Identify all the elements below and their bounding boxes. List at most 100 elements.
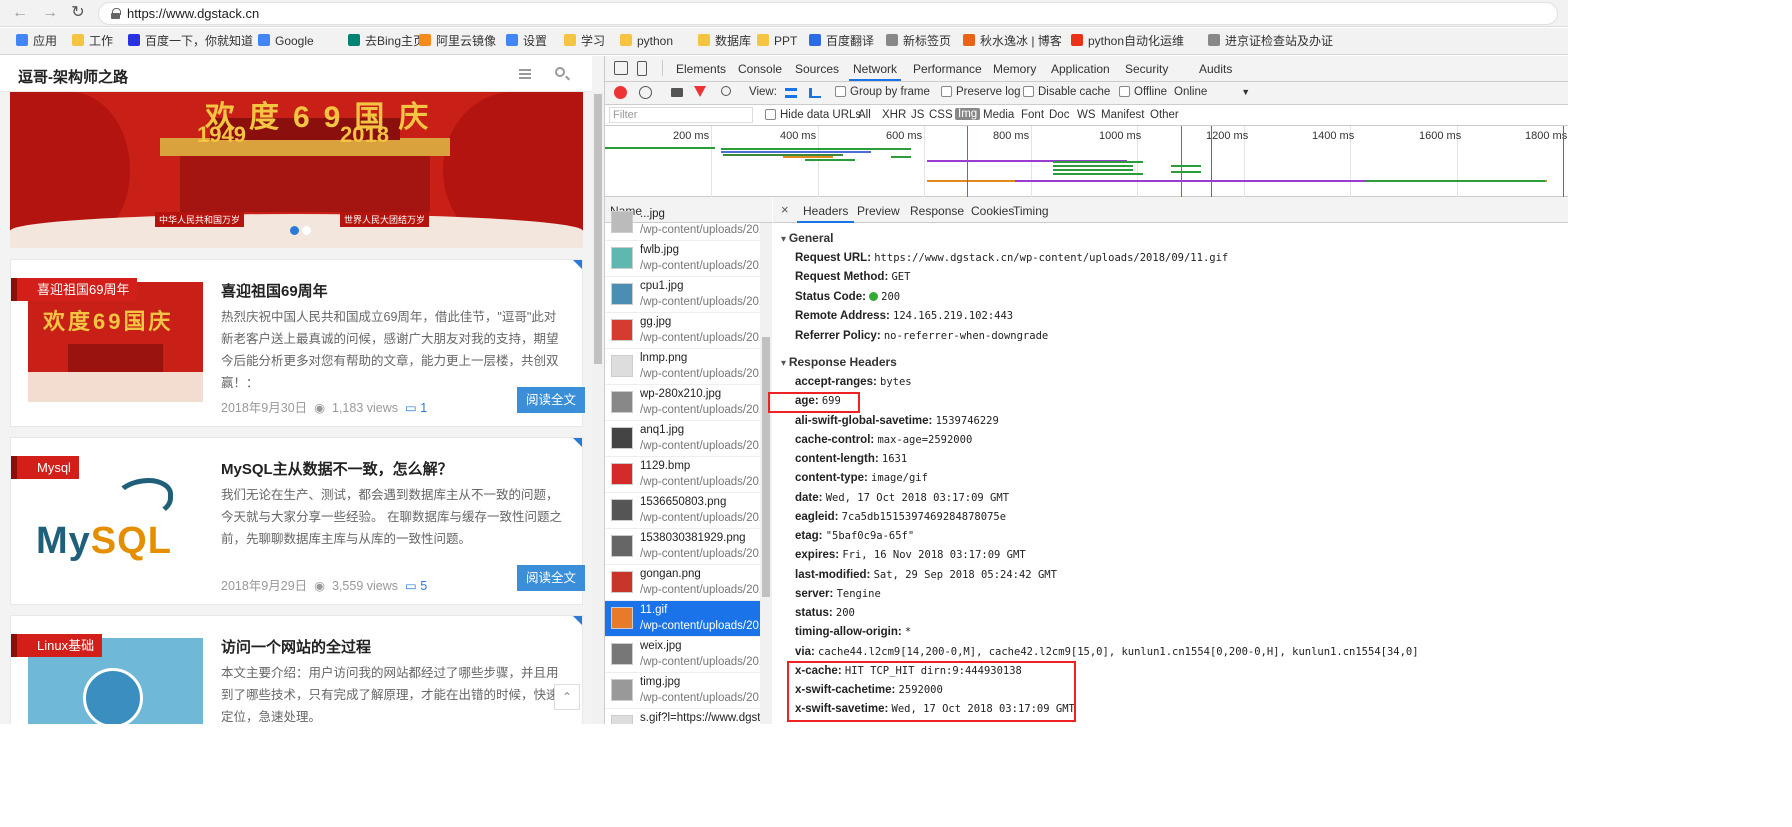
header-row[interactable]: Referrer Policy: no-referrer-when-downgr… xyxy=(795,330,1048,342)
filter-type-css[interactable]: CSS xyxy=(929,109,953,121)
carousel-dot[interactable] xyxy=(290,226,299,235)
network-overview-timeline[interactable]: 200 ms 400 ms 600 ms 800 ms 1000 ms 1200 ms 14… xyxy=(605,126,1568,197)
bookmark-item[interactable]: 设置 xyxy=(506,33,547,50)
header-row[interactable]: cache-control: max-age=2592000 xyxy=(795,434,972,446)
search-icon[interactable] xyxy=(555,67,565,77)
disable-cache-checkbox[interactable]: Disable cache xyxy=(1023,86,1110,98)
filter-type-doc[interactable]: Doc xyxy=(1049,109,1069,121)
reload-icon[interactable]: ↻ xyxy=(68,4,88,22)
preserve-log-checkbox[interactable]: Preserve log xyxy=(941,86,1021,98)
detail-tab-timing[interactable]: Timing xyxy=(1013,204,1049,218)
group-by-frame-checkbox[interactable]: Group by frame xyxy=(835,86,930,98)
request-row[interactable]: anq1.jpg/wp-content/uploads/201 xyxy=(605,421,760,457)
request-row[interactable]: weix.jpg/wp-content/uploads/201 xyxy=(605,637,760,673)
bookmark-item[interactable]: PPT xyxy=(757,33,797,50)
bookmark-item[interactable]: Google xyxy=(258,33,314,50)
site-title[interactable]: 逗哥-架构师之路 xyxy=(18,66,128,87)
bookmark-item[interactable]: 学习 xyxy=(564,33,605,50)
request-row[interactable]: timg.jpg/wp-content/uploads/201 xyxy=(605,673,760,709)
bookmark-item[interactable]: 进京证检查站及办证 xyxy=(1208,33,1333,50)
tab-network[interactable]: Network xyxy=(848,62,902,81)
read-more-button[interactable]: 阅读全文 xyxy=(517,565,585,591)
scrollbar-thumb[interactable] xyxy=(594,94,602,364)
header-row[interactable]: eagleid: 7ca5db1515397469284878075e xyxy=(795,511,1006,523)
clear-icon[interactable] xyxy=(639,86,652,99)
header-row[interactable]: Request Method: GET xyxy=(795,271,910,283)
device-toolbar-icon[interactable] xyxy=(637,61,647,76)
tab-console[interactable]: Console xyxy=(738,62,782,76)
bookmark-item[interactable]: 新标签页 xyxy=(886,33,951,50)
filter-icon[interactable] xyxy=(694,86,706,97)
tab-elements[interactable]: Elements xyxy=(676,62,726,76)
header-row[interactable]: ali-swift-global-savetime: 1539746229 xyxy=(795,415,999,427)
header-row[interactable]: expires: Fri, 16 Nov 2018 03:17:09 GMT xyxy=(795,549,1026,561)
tab-application[interactable]: Application xyxy=(1051,62,1110,76)
hero-banner[interactable]: 1949 2018 欢度69国庆 中华人民共和国万岁 世界人民大团结万岁 xyxy=(10,92,583,248)
hide-data-urls-checkbox[interactable]: Hide data URLs xyxy=(765,109,861,121)
tab-memory[interactable]: Memory xyxy=(993,62,1036,76)
request-row[interactable]: wp-280x210.jpg/wp-content/uploads/201 xyxy=(605,385,760,421)
request-row[interactable]: 1129.bmp/wp-content/uploads/201 xyxy=(605,457,760,493)
throttle-select[interactable]: Online ▼ xyxy=(1174,86,1250,98)
bookmark-item[interactable]: 数据库 xyxy=(698,33,751,50)
bookmark-item[interactable]: 应用 xyxy=(16,33,57,50)
comment-icon[interactable]: ▭ xyxy=(402,579,417,593)
bookmark-item[interactable]: 工作 xyxy=(72,33,113,50)
header-row[interactable]: Request URL: https://www.dgstack.cn/wp-c… xyxy=(795,252,1228,264)
request-row[interactable]: 1538030381929.png/wp-content/uploads/201 xyxy=(605,529,760,565)
request-row[interactable]: gongan.png/wp-content/uploads/201 xyxy=(605,565,760,601)
post-comments[interactable]: 1 xyxy=(420,401,427,415)
header-row[interactable]: content-type: image/gif xyxy=(795,472,928,484)
back-arrow-icon[interactable]: ← xyxy=(10,4,30,22)
request-row[interactable]: fwlb.jpg/wp-content/uploads/201 xyxy=(605,241,760,277)
capture-screenshots-icon[interactable] xyxy=(671,88,683,97)
page-scrollbar[interactable] xyxy=(592,92,604,724)
header-row[interactable]: server: Tengine xyxy=(795,588,881,600)
inspect-element-icon[interactable] xyxy=(614,61,628,75)
request-row[interactable]: ...jpg/wp-content/uploads/201 xyxy=(605,205,760,241)
search-icon[interactable] xyxy=(721,86,731,96)
waterfall-icon[interactable] xyxy=(809,88,821,98)
record-icon[interactable] xyxy=(614,86,627,99)
request-row[interactable]: cpu1.jpg/wp-content/uploads/201 xyxy=(605,277,760,313)
header-row[interactable]: timing-allow-origin: * xyxy=(795,626,911,638)
bookmark-item[interactable]: python自动化运维 xyxy=(1071,33,1184,50)
comment-icon[interactable]: ▭ xyxy=(402,401,417,415)
header-row[interactable]: via: cache44.l2cm9[14,200-0,M], cache42.… xyxy=(795,646,1419,658)
detail-tab-preview[interactable]: Preview xyxy=(857,204,900,218)
filter-type-js[interactable]: JS xyxy=(911,109,924,121)
post-title[interactable]: 访问一个网站的全过程 xyxy=(221,636,371,657)
detail-tab-cookies[interactable]: Cookies xyxy=(971,204,1014,218)
bookmark-item[interactable]: 阿里云镜像 xyxy=(419,33,496,50)
category-badge[interactable]: Linux基础 xyxy=(11,634,103,657)
detail-tab-headers[interactable]: Headers xyxy=(796,204,855,223)
address-bar[interactable]: https://www.dgstack.cn xyxy=(98,2,1558,25)
filter-input[interactable]: Filter xyxy=(609,107,753,123)
bookmark-item[interactable]: 百度一下，你就知道 xyxy=(128,33,253,50)
post-title[interactable]: MySQL主从数据不一致，怎么解？ xyxy=(221,458,453,479)
header-row[interactable]: content-length: 1631 xyxy=(795,453,907,465)
header-row[interactable]: accept-ranges: bytes xyxy=(795,376,912,388)
carousel-dot[interactable] xyxy=(302,226,311,235)
request-row[interactable]: s.gif?l=https://www.dgsta xyxy=(605,709,760,724)
tab-performance[interactable]: Performance xyxy=(913,62,982,76)
bookmark-item[interactable]: python xyxy=(620,33,673,50)
filter-type-media[interactable]: Media xyxy=(983,109,1014,121)
request-row[interactable]: lnmp.png/wp-content/uploads/201 xyxy=(605,349,760,385)
forward-arrow-icon[interactable]: → xyxy=(40,4,60,22)
scrollbar-thumb[interactable] xyxy=(762,337,770,597)
offline-checkbox[interactable]: Offline xyxy=(1119,86,1167,98)
bookmark-item[interactable]: 百度翻译 xyxy=(809,33,874,50)
general-section-header[interactable]: General xyxy=(781,231,834,245)
url-text[interactable]: https://www.dgstack.cn xyxy=(127,6,259,21)
request-row[interactable]: 11.gif/wp-content/uploads/201 xyxy=(605,601,760,637)
bookmark-item[interactable]: 秋水逸冰 | 博客 xyxy=(963,33,1062,50)
tab-audits[interactable]: Audits xyxy=(1199,62,1232,76)
header-row[interactable]: Remote Address: 124.165.219.102:443 xyxy=(795,310,1013,322)
filter-type-font[interactable]: Font xyxy=(1021,109,1044,121)
filter-type-all[interactable]: All xyxy=(858,109,871,121)
post-title[interactable]: 喜迎祖国69周年 xyxy=(221,280,328,301)
read-more-button[interactable]: 阅读全文 xyxy=(517,387,585,413)
tab-security[interactable]: Security xyxy=(1125,62,1168,76)
response-headers-section-header[interactable]: Response Headers xyxy=(781,355,897,369)
